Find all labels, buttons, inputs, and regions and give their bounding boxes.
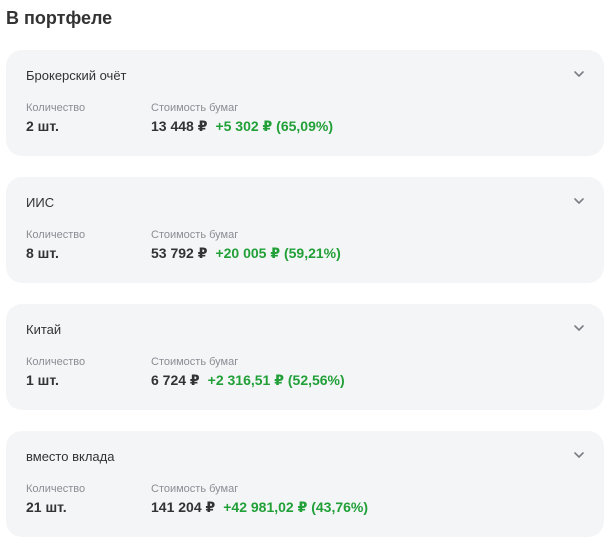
securities-value: 141 204 ₽: [151, 499, 216, 515]
securities-value: 53 792 ₽: [151, 245, 208, 261]
account-card-instead-of-deposit[interactable]: вместо вклада Количество 21 шт. Стоимост…: [6, 431, 604, 537]
gain-value: +20 005 ₽ (59,21%): [215, 245, 341, 261]
quantity-label: Количество: [26, 229, 86, 241]
quantity-label: Количество: [26, 483, 86, 495]
value-row: 13 448 ₽ +5 302 ₽ (65,09%): [151, 117, 333, 135]
account-card-brokerage[interactable]: Брокерский очёт Количество 2 шт. Стоимос…: [6, 50, 604, 156]
quantity-label: Количество: [26, 356, 86, 368]
securities-value: 13 448 ₽: [151, 118, 208, 134]
account-card-iis[interactable]: ИИС Количество 8 шт. Стоимость бумаг 53 …: [6, 177, 604, 283]
account-name: Брокерский очёт: [26, 68, 127, 83]
account-name: Китай: [26, 322, 62, 337]
value-row: 53 792 ₽ +20 005 ₽ (59,21%): [151, 244, 341, 262]
gain-value: +2 316,51 ₽ (52,56%): [207, 372, 345, 388]
value-label: Стоимость бумаг: [151, 356, 239, 368]
value-label: Стоимость бумаг: [151, 229, 239, 241]
chevron-down-icon[interactable]: [572, 194, 586, 208]
account-name: вместо вклада: [26, 449, 115, 464]
quantity-label: Количество: [26, 102, 86, 114]
value-label: Стоимость бумаг: [151, 483, 239, 495]
value-row: 141 204 ₽ +42 981,02 ₽ (43,76%): [151, 498, 368, 516]
gain-value: +5 302 ₽ (65,09%): [215, 118, 333, 134]
quantity-value: 2 шт.: [26, 118, 59, 134]
chevron-down-icon[interactable]: [572, 67, 586, 81]
quantity-value: 1 шт.: [26, 372, 59, 388]
quantity-value: 8 шт.: [26, 245, 59, 261]
value-row: 6 724 ₽ +2 316,51 ₽ (52,56%): [151, 371, 345, 389]
gain-value: +42 981,02 ₽ (43,76%): [223, 499, 369, 515]
securities-value: 6 724 ₽: [151, 372, 200, 388]
chevron-down-icon[interactable]: [572, 321, 586, 335]
value-label: Стоимость бумаг: [151, 102, 239, 114]
section-title: В портфеле: [6, 8, 113, 28]
chevron-down-icon[interactable]: [572, 448, 586, 462]
account-card-china[interactable]: Китай Количество 1 шт. Стоимость бумаг 6…: [6, 304, 604, 410]
quantity-value: 21 шт.: [26, 499, 67, 515]
account-name: ИИС: [26, 195, 55, 210]
